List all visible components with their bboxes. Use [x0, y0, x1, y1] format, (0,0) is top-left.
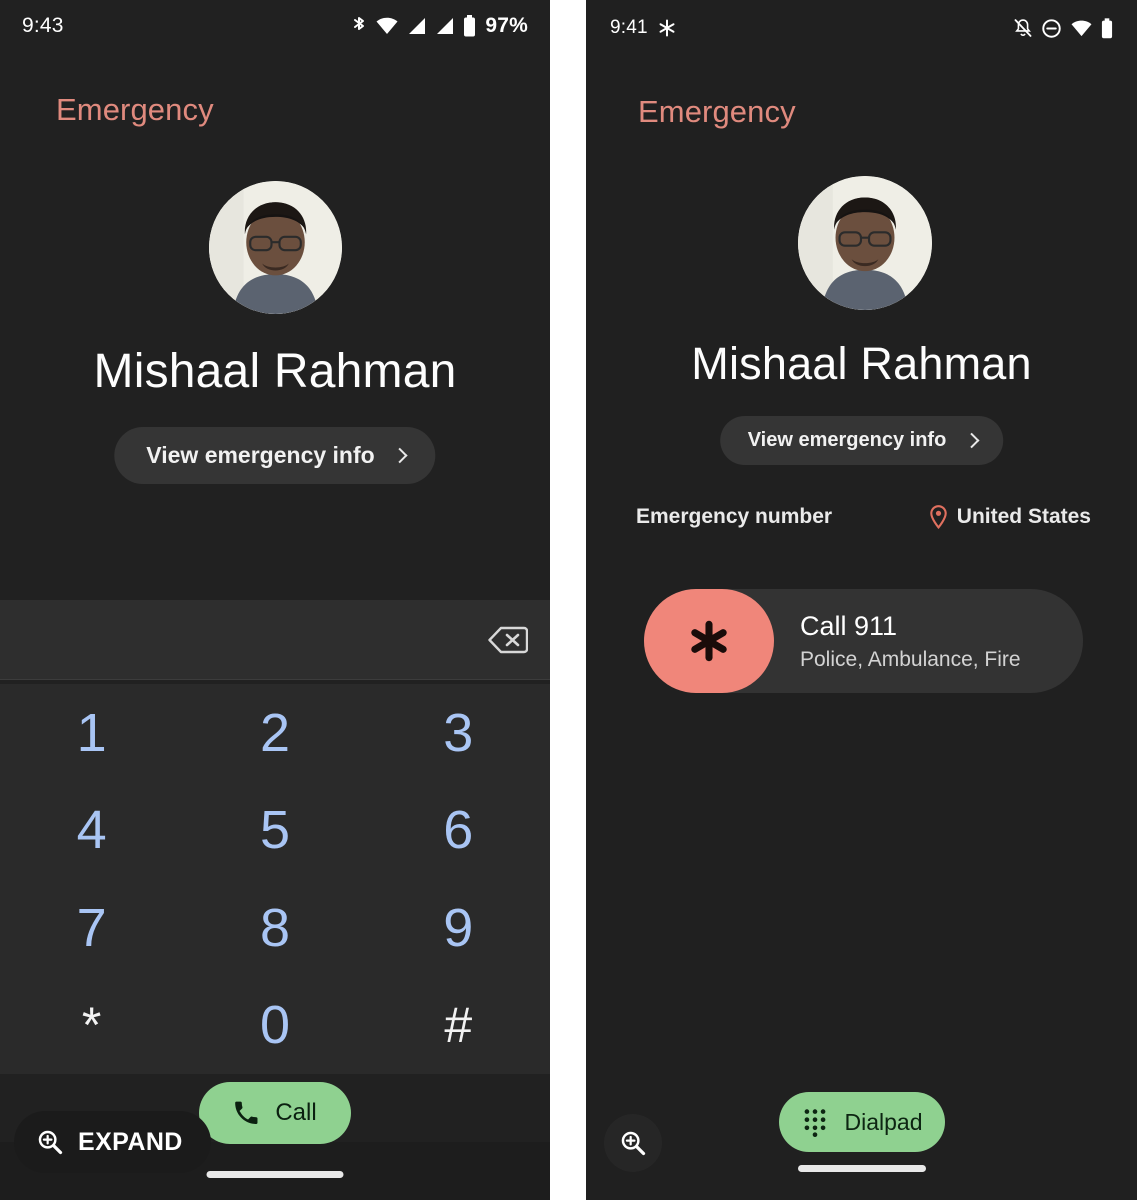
- country-label: United States: [956, 505, 1091, 528]
- do-not-disturb-icon: [1041, 18, 1062, 39]
- call-button-label: Call: [275, 1099, 317, 1126]
- dialpad-key-1[interactable]: 1: [0, 684, 183, 782]
- right-phone-screen: 9:41 Emergency Mishaal Rahman View emerg…: [586, 0, 1137, 1200]
- bluetooth-icon: [351, 15, 367, 37]
- emergency-number-section-header: Emergency number United States: [636, 505, 1091, 529]
- emergency-number-card[interactable]: Call 911 Police, Ambulance, Fire: [644, 589, 1083, 693]
- status-bar: 9:41: [586, 0, 1137, 56]
- dual-phone-screenshot: 9:43 97% Emergency Mishaal Rahman View e…: [0, 0, 1137, 1200]
- wifi-icon: [1070, 19, 1093, 38]
- contact-name: Mishaal Rahman: [93, 345, 457, 398]
- dialpad-key-5[interactable]: 5: [183, 782, 366, 880]
- contact-photo-illustration: [209, 181, 342, 314]
- dialpad-input-field[interactable]: [0, 600, 550, 680]
- status-bar-left: 9:41: [610, 17, 677, 39]
- dialpad-grid-icon: [801, 1107, 829, 1137]
- view-emergency-info-label: View emergency info: [146, 442, 375, 468]
- chevron-right-icon: [964, 432, 980, 449]
- emergency-card-title: Call 911: [800, 610, 898, 641]
- dialpad-key-pound[interactable]: #: [367, 977, 550, 1075]
- dialpad-button-label: Dialpad: [844, 1108, 923, 1135]
- contact-photo-illustration: [798, 176, 932, 310]
- expand-chip-button[interactable]: EXPAND: [14, 1111, 211, 1173]
- avatar: [209, 181, 342, 314]
- status-bar-clock: 9:43: [22, 14, 64, 37]
- emergency-card-subtitle: Police, Ambulance, Fire: [800, 647, 1021, 671]
- view-emergency-info-button[interactable]: View emergency info: [719, 416, 1004, 465]
- zoom-in-icon: [619, 1129, 647, 1157]
- dialpad-key-6[interactable]: 6: [367, 782, 550, 880]
- chevron-right-icon: [392, 447, 408, 464]
- battery-percent-label: 97%: [485, 14, 528, 37]
- page-title: Emergency: [56, 92, 214, 127]
- star-of-life-icon: [684, 616, 734, 666]
- emergency-badge: [644, 589, 774, 693]
- zoom-in-fab[interactable]: [604, 1114, 662, 1172]
- dialpad-button[interactable]: Dialpad: [778, 1092, 945, 1152]
- page-title: Emergency: [638, 94, 796, 129]
- dialpad-keypad: 1 2 3 4 5 6 7 8 9 * 0 #: [0, 684, 550, 1074]
- status-bar-left: 9:43: [22, 14, 64, 38]
- wifi-icon: [375, 16, 399, 36]
- phone-handset-icon: [233, 1100, 259, 1126]
- dialpad-key-9[interactable]: 9: [367, 879, 550, 977]
- cellular-signal-icon: [407, 16, 427, 36]
- dialpad-key-star[interactable]: *: [0, 977, 183, 1075]
- status-bar-clock: 9:41: [610, 17, 648, 38]
- emergency-card-text: Call 911 Police, Ambulance, Fire: [774, 611, 1021, 672]
- view-emergency-info-button[interactable]: View emergency info: [114, 427, 436, 484]
- battery-icon: [463, 15, 476, 37]
- view-emergency-info-label: View emergency info: [747, 429, 947, 451]
- dialpad-key-7[interactable]: 7: [0, 879, 183, 977]
- battery-icon: [1101, 17, 1113, 39]
- status-bar-right: [1013, 17, 1113, 39]
- dialpad-key-4[interactable]: 4: [0, 782, 183, 880]
- location-pin-icon: [929, 505, 948, 529]
- avatar: [798, 176, 932, 310]
- home-gesture-bar[interactable]: [206, 1171, 344, 1178]
- home-gesture-bar[interactable]: [797, 1165, 926, 1172]
- cellular-signal-2-icon: [435, 16, 455, 36]
- dialpad-key-3[interactable]: 3: [367, 684, 550, 782]
- notifications-off-icon: [1013, 17, 1033, 39]
- backspace-icon[interactable]: [488, 625, 528, 655]
- status-bar: 9:43 97%: [0, 0, 550, 52]
- contact-name: Mishaal Rahman: [691, 338, 1032, 389]
- left-phone-screen: 9:43 97% Emergency Mishaal Rahman View e…: [0, 0, 550, 1200]
- expand-chip-label: EXPAND: [78, 1127, 183, 1156]
- dialpad-key-0[interactable]: 0: [183, 977, 366, 1075]
- country-selector[interactable]: United States: [929, 505, 1091, 529]
- dialpad-key-8[interactable]: 8: [183, 879, 366, 977]
- panel-divider: [550, 0, 586, 1200]
- snowflake-icon: [657, 18, 677, 38]
- call-button[interactable]: Call: [199, 1082, 351, 1144]
- zoom-in-icon: [36, 1128, 64, 1156]
- dialpad-key-2[interactable]: 2: [183, 684, 366, 782]
- emergency-number-label: Emergency number: [636, 505, 833, 528]
- status-bar-right: 97%: [351, 14, 528, 38]
